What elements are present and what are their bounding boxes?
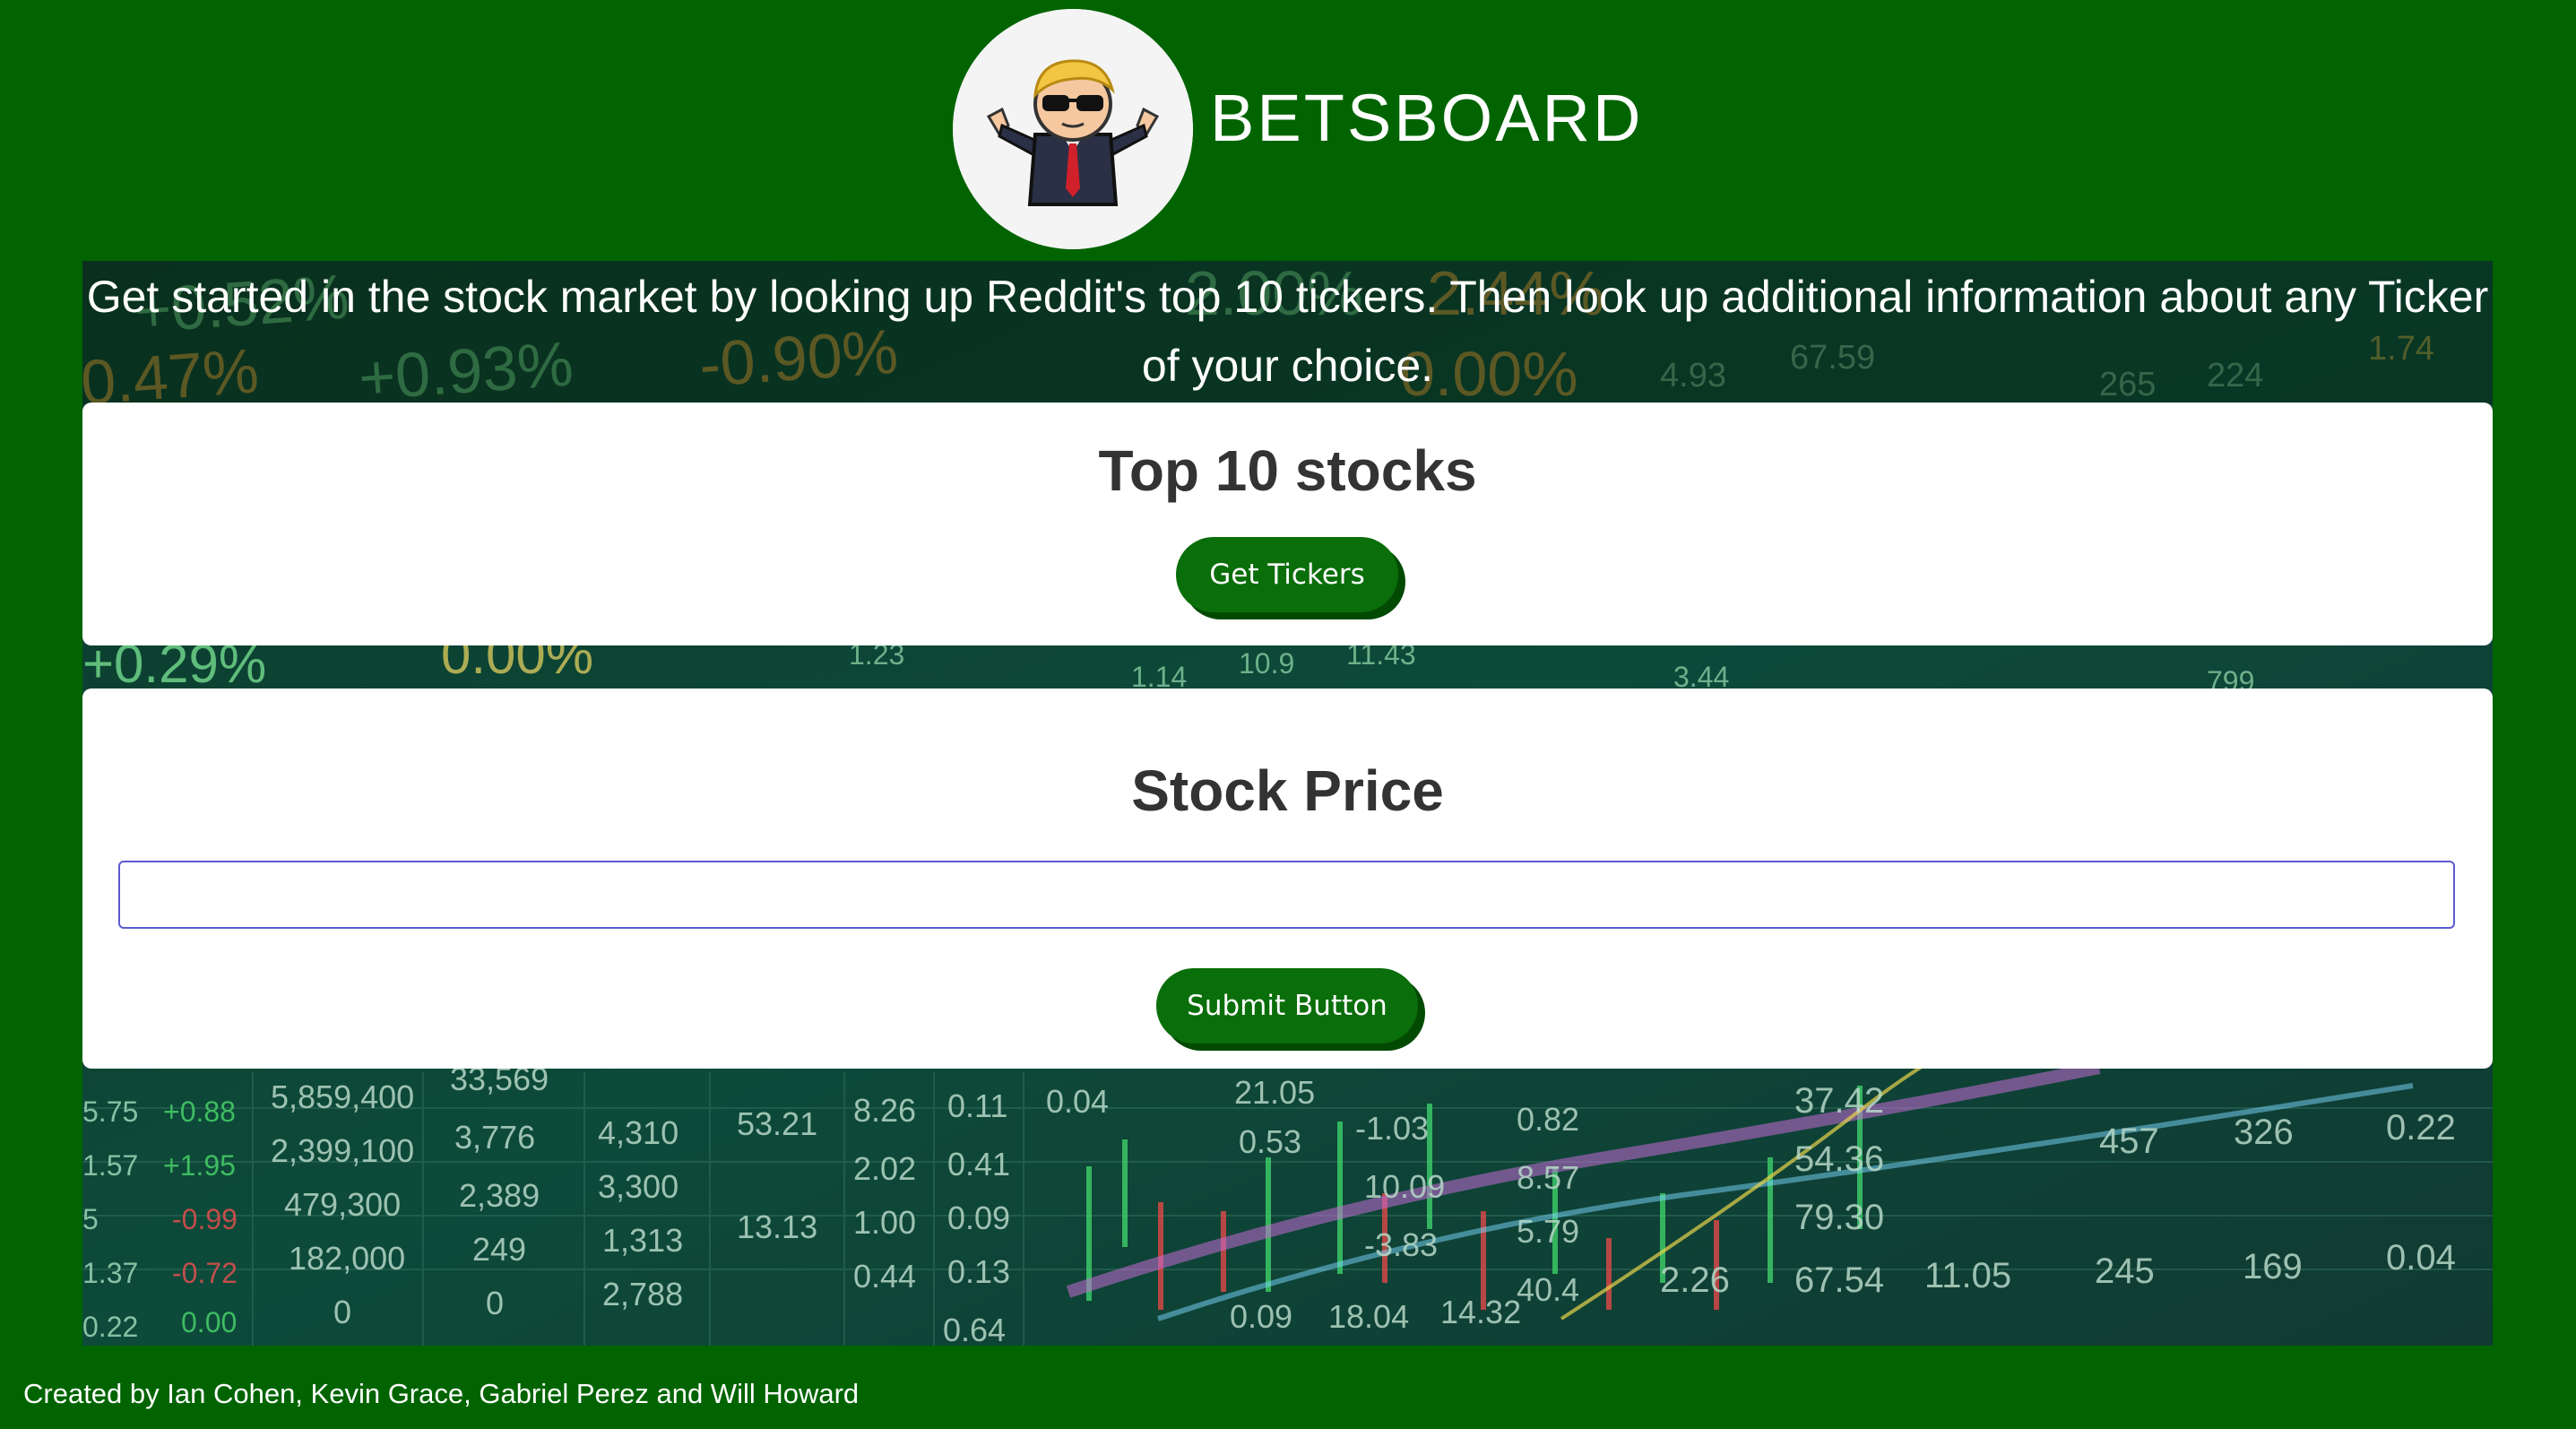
svg-text:5,859,400: 5,859,400 [271, 1078, 414, 1115]
svg-text:0.53: 0.53 [1239, 1123, 1301, 1160]
stock-price-title: Stock Price [1131, 758, 1444, 823]
svg-text:-3.83: -3.83 [1364, 1226, 1438, 1263]
stock-price-card: Stock Price Submit Button [82, 689, 2493, 1069]
svg-text:182,000: 182,000 [289, 1240, 405, 1277]
site-header: BETSBOARD [0, 0, 2576, 260]
top-stocks-title: Top 10 stocks [1098, 438, 1477, 503]
svg-text:0.44: 0.44 [853, 1258, 916, 1295]
svg-text:0: 0 [486, 1285, 504, 1321]
svg-text:14.32: 14.32 [1440, 1294, 1521, 1330]
ticker-search-input[interactable] [118, 861, 2455, 929]
svg-text:5: 5 [82, 1203, 99, 1235]
submit-button[interactable]: Submit Button [1156, 968, 1418, 1044]
svg-text:40.4: 40.4 [1517, 1271, 1579, 1308]
svg-text:1.57: 1.57 [82, 1149, 138, 1182]
svg-text:79.30: 79.30 [1794, 1198, 1884, 1237]
svg-text:10.09: 10.09 [1364, 1168, 1445, 1205]
svg-text:8.26: 8.26 [853, 1092, 916, 1129]
svg-text:0.09: 0.09 [1230, 1298, 1292, 1335]
svg-text:67.54: 67.54 [1794, 1260, 1884, 1300]
svg-text:326: 326 [2234, 1113, 2294, 1152]
svg-text:169: 169 [2243, 1247, 2303, 1286]
svg-text:+1.95: +1.95 [163, 1149, 236, 1182]
svg-text:2.26: 2.26 [1660, 1260, 1730, 1300]
svg-text:2.02: 2.02 [853, 1150, 916, 1187]
svg-text:+0.88: +0.88 [163, 1096, 236, 1128]
svg-text:0.04: 0.04 [2386, 1238, 2456, 1277]
svg-text:0.09: 0.09 [947, 1199, 1010, 1236]
svg-text:3,300: 3,300 [598, 1168, 679, 1205]
svg-text:-1.03: -1.03 [1355, 1110, 1429, 1147]
svg-text:0.22: 0.22 [82, 1311, 138, 1343]
svg-text:53.21: 53.21 [737, 1105, 817, 1142]
svg-text:3,776: 3,776 [454, 1119, 535, 1156]
site-title: BETSBOARD [1210, 81, 1644, 155]
svg-text:0.41: 0.41 [947, 1146, 1010, 1182]
svg-text:0.64: 0.64 [943, 1312, 1006, 1346]
svg-text:0: 0 [333, 1294, 351, 1330]
svg-text:5.79: 5.79 [1517, 1213, 1579, 1250]
wallstreetbets-mascot-icon [953, 9, 1193, 249]
svg-text:18.04: 18.04 [1328, 1298, 1409, 1335]
svg-text:1,313: 1,313 [602, 1222, 683, 1259]
svg-text:249: 249 [472, 1231, 526, 1268]
get-tickers-button[interactable]: Get Tickers [1176, 537, 1398, 612]
svg-text:-0.99: -0.99 [172, 1203, 238, 1235]
svg-text:13.13: 13.13 [737, 1208, 817, 1245]
svg-text:0.04: 0.04 [1046, 1083, 1109, 1120]
svg-text:245: 245 [2095, 1251, 2155, 1291]
svg-text:5.75: 5.75 [82, 1096, 138, 1128]
svg-text:457: 457 [2099, 1122, 2159, 1161]
svg-text:0.13: 0.13 [947, 1253, 1010, 1290]
svg-text:10.9: 10.9 [1239, 647, 1294, 680]
svg-text:-0.72: -0.72 [172, 1257, 238, 1289]
intro-text: Get started in the stock market by looki… [82, 261, 2493, 404]
svg-text:2,399,100: 2,399,100 [271, 1132, 414, 1169]
svg-text:0.00: 0.00 [181, 1306, 237, 1338]
svg-text:0.11: 0.11 [947, 1087, 1007, 1124]
hero-section: +0.52% 0.47% +0.93% -0.90% 2.00% 2.44% 0… [82, 261, 2493, 1346]
top-stocks-card: Top 10 stocks Get Tickers [82, 403, 2493, 645]
svg-text:4,310: 4,310 [598, 1114, 679, 1151]
footer-credits: Created by Ian Cohen, Kevin Grace, Gabri… [23, 1378, 860, 1409]
svg-text:0.82: 0.82 [1517, 1101, 1579, 1138]
svg-text:11.05: 11.05 [1924, 1256, 2011, 1295]
svg-text:2,389: 2,389 [459, 1177, 540, 1214]
svg-text:479,300: 479,300 [284, 1186, 401, 1223]
svg-text:1.00: 1.00 [853, 1204, 916, 1241]
svg-text:1.37: 1.37 [82, 1257, 138, 1289]
svg-text:8.57: 8.57 [1517, 1159, 1579, 1196]
svg-text:2,788: 2,788 [602, 1276, 683, 1312]
svg-text:37.42: 37.42 [1794, 1081, 1884, 1121]
svg-text:21.05: 21.05 [1234, 1074, 1315, 1111]
svg-text:54.36: 54.36 [1794, 1139, 1884, 1179]
svg-text:0.22: 0.22 [2386, 1108, 2456, 1148]
